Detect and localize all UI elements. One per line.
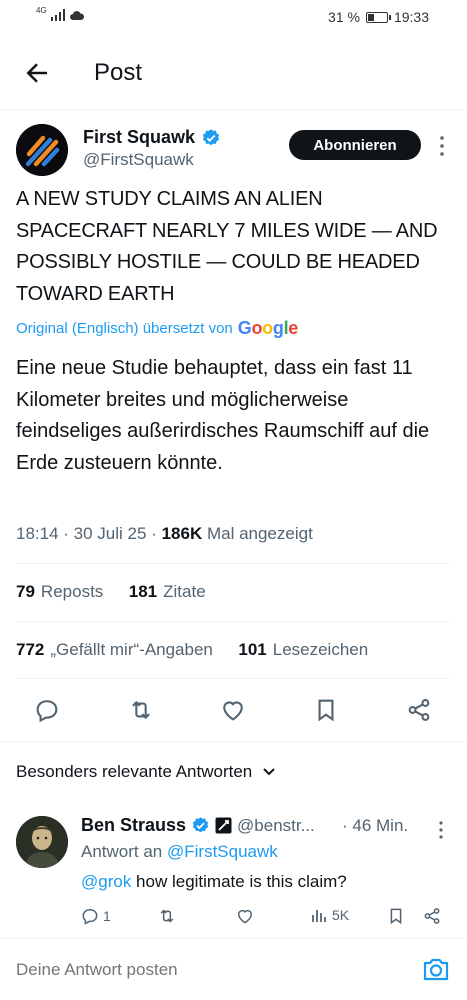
- reply-views-button[interactable]: 5K: [311, 906, 349, 924]
- quotes-label: Zitate: [163, 582, 206, 601]
- first-squawk-logo-icon: [16, 124, 68, 176]
- views-label: Mal angezeigt: [206, 524, 313, 543]
- reply-to-handle[interactable]: @FirstSquawk: [167, 842, 278, 861]
- avatar[interactable]: [16, 124, 68, 176]
- quotes-stat[interactable]: 181 Zitate: [129, 582, 206, 601]
- repost-icon: [160, 909, 174, 923]
- share-icon[interactable]: [405, 696, 433, 724]
- stats-row-likes: 772 „Gefällt mir“-Angaben 101 Lesezeichen: [16, 640, 368, 660]
- reply-time: · 46 Min.: [342, 816, 409, 835]
- stats-row-reposts: 79 Reposts 181 Zitate: [16, 582, 206, 602]
- battery-fill: [367, 13, 374, 21]
- network-label: 4G: [36, 5, 47, 15]
- tweet-text: A NEW STUDY CLAIMS AN ALIEN SPACECRAFT N…: [16, 188, 438, 305]
- tweet-date[interactable]: 30 Juli 25: [74, 524, 147, 543]
- repost-icon[interactable]: [127, 696, 155, 724]
- status-bar: 4G 31 % 19:33: [0, 0, 467, 34]
- mention-link[interactable]: @grok: [81, 872, 131, 891]
- reply-author-name: Ben Strauss: [81, 815, 187, 835]
- reposts-stat[interactable]: 79 Reposts: [16, 582, 103, 601]
- reply-action-bar: 1 5K: [0, 902, 467, 932]
- reply-reply-button[interactable]: 1: [80, 906, 111, 926]
- bookmarks-stat[interactable]: 101 Lesezeichen: [238, 640, 368, 659]
- reply-bookmark-button[interactable]: [386, 906, 406, 926]
- translation-notice-text: Original (Englisch) übersetzt von: [16, 320, 233, 337]
- reply-text: @grok how legitimate is this claim?: [81, 872, 347, 892]
- reply-body: how legitimate is this claim?: [131, 872, 347, 891]
- avatar[interactable]: [16, 816, 68, 868]
- reposts-label: Reposts: [40, 582, 104, 601]
- verified-badge-icon: [202, 128, 220, 145]
- verified-badge-icon: [192, 817, 209, 833]
- likes-label: „Gefällt mir“-Angaben: [50, 640, 213, 659]
- bookmarks-label: Lesezeichen: [272, 640, 369, 659]
- user-photo-icon: [16, 816, 68, 868]
- page-title: Post: [94, 59, 143, 86]
- reply-author-handle: @benstr...: [237, 815, 315, 835]
- back-arrow-icon[interactable]: [22, 58, 52, 88]
- author-name[interactable]: First Squawk: [83, 127, 221, 148]
- reply-author[interactable]: Ben Strauss @benstr...: [81, 815, 315, 836]
- status-right: 31 % 19:33: [328, 9, 429, 25]
- reposts-count: 79: [16, 582, 35, 601]
- signal-icon: [50, 9, 65, 21]
- tweet-meta: 18:14 · 30 Juli 25 · 186K Mal angezeigt: [16, 524, 313, 544]
- divider: [16, 621, 451, 622]
- replies-sort-label: Besonders relevante Antworten: [16, 762, 253, 781]
- divider: [16, 678, 451, 679]
- battery-icon: [365, 11, 391, 23]
- reply-icon: [82, 908, 98, 925]
- follow-button[interactable]: Abonnieren: [289, 130, 421, 160]
- clock: 19:33: [393, 9, 429, 25]
- reply-icon[interactable]: [33, 696, 61, 724]
- quotes-count: 181: [128, 582, 158, 601]
- reply-context: Antwort an @FirstSquawk: [81, 842, 278, 862]
- camera-icon[interactable]: [420, 953, 452, 985]
- reply-like-button[interactable]: [235, 906, 255, 926]
- likes-count: 772: [16, 640, 45, 659]
- affiliate-badge-icon: [215, 817, 232, 834]
- status-left: 4G: [36, 5, 85, 21]
- reply-input[interactable]: [16, 960, 376, 980]
- cloud-icon: [69, 10, 84, 20]
- author-name-text: First Squawk: [83, 127, 196, 147]
- share-icon: [424, 908, 440, 924]
- meta-separator: ·: [63, 524, 74, 543]
- likes-stat[interactable]: 772 „Gefällt mir“-Angaben: [16, 640, 213, 659]
- reply-repost-button[interactable]: [157, 906, 177, 926]
- google-logo: Google: [237, 318, 299, 338]
- meta-separator: ·: [151, 524, 162, 543]
- more-options-icon[interactable]: [435, 134, 449, 158]
- analytics-icon: [312, 910, 326, 922]
- divider: [0, 741, 467, 742]
- translated-text: Eine neue Studie behauptet, dass ein fas…: [16, 357, 430, 474]
- more-options-icon[interactable]: [436, 820, 446, 840]
- reply-reply-count: 1: [103, 908, 111, 924]
- app-header: Post: [0, 34, 467, 110]
- like-heart-icon[interactable]: [219, 696, 247, 724]
- tweet-time[interactable]: 18:14: [16, 524, 59, 543]
- bookmarks-count: 101: [238, 640, 267, 659]
- battery-percent: 31 %: [328, 9, 360, 25]
- views-count: 186K: [161, 524, 203, 543]
- bookmark-icon[interactable]: [312, 696, 340, 724]
- reply-views-count: 5K: [332, 907, 350, 923]
- reply-to-prefix: Antwort an: [81, 842, 163, 861]
- reply-item[interactable]: Ben Strauss @benstr... · 46 Min. Antwort…: [0, 806, 467, 936]
- like-heart-icon: [238, 909, 252, 924]
- tweet-action-bar: [0, 690, 467, 730]
- reply-share-button[interactable]: [422, 906, 442, 926]
- author-row: First Squawk @FirstSquawk Abonnieren: [16, 122, 456, 178]
- chevron-down-icon: [263, 768, 275, 776]
- reply-composer: [0, 938, 467, 1000]
- author-handle[interactable]: @FirstSquawk: [83, 150, 194, 170]
- translation-notice[interactable]: Original (Englisch) übersetzt von Google: [16, 318, 298, 339]
- divider: [16, 563, 451, 564]
- bookmark-icon: [390, 908, 402, 925]
- replies-sort-selector[interactable]: Besonders relevante Antworten: [16, 762, 276, 782]
